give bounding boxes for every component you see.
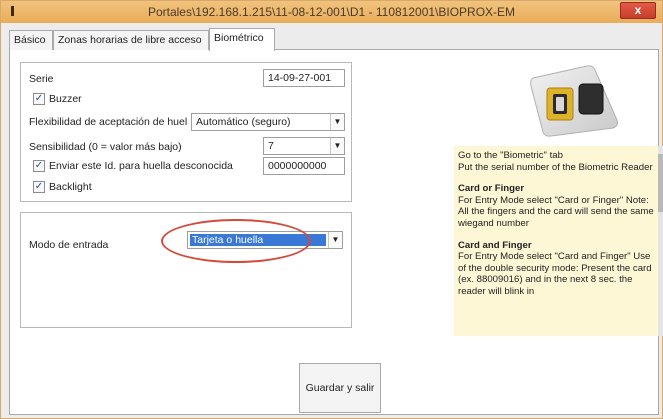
help-heading-card-or-finger: Card or Finger [458,183,525,195]
tab-biometrico[interactable]: Biométrico [209,28,275,51]
chevron-down-icon[interactable]: ▼ [330,114,344,130]
biometric-reader-image [530,65,618,137]
sensitivity-label: Sensibilidad (0 = valor más bajo) [29,141,182,153]
unknown-id-label: Enviar este Id. para huella desconocida [49,160,233,172]
backlight-checkbox[interactable]: ✓ [33,181,45,193]
help-intro-2: Put the serial number of the Biometric R… [458,161,653,173]
sensitivity-value: 7 [268,140,274,152]
save-and-exit-button[interactable]: Guardar y salir [299,363,381,413]
serie-label: Serie [29,73,54,85]
window-title: Portales\192.168.1.215\11-08-12-001\D1 -… [147,5,516,19]
dialog-window: Portales\192.168.1.215\11-08-12-001\D1 -… [0,0,663,419]
sensitivity-select[interactable]: 7 ▼ [263,137,345,155]
settings-group: Serie 14-09-27-001 ✓ Buzzer Flexibilidad… [20,62,352,202]
help-text-card-or-finger: For Entry Mode select "Card or Finger" N… [458,194,654,229]
help-text-card-and-finger: For Entry Mode select "Card and Finger" … [458,251,652,297]
serie-input[interactable]: 14-09-27-001 [263,69,345,87]
help-intro-1: Go to the "Biometric" tab [458,150,563,161]
tab-zonas-horarias[interactable]: Zonas horarias de libre acceso [53,30,209,50]
entry-mode-label: Modo de entrada [29,239,109,251]
backlight-label: Backlight [49,181,92,193]
flexibility-select[interactable]: Automático (seguro) ▼ [191,113,345,131]
flexibility-value: Automático (seguro) [196,116,291,128]
help-scrollbar[interactable] [658,146,663,336]
buzzer-label: Buzzer [49,93,82,105]
scrollbar-thumb[interactable] [658,154,663,212]
chevron-down-icon[interactable]: ▼ [330,138,344,154]
unknown-id-input[interactable]: 0000000000 [263,157,345,175]
help-heading-card-and-finger: Card and Finger [458,239,532,251]
buzzer-checkbox[interactable]: ✓ [33,93,45,105]
help-panel: Go to the "Biometric" tab Put the serial… [454,146,658,336]
highlight-oval [161,219,311,263]
chevron-down-icon[interactable]: ▼ [328,232,342,248]
title-bar[interactable]: Portales\192.168.1.215\11-08-12-001\D1 -… [1,1,662,23]
tab-basico[interactable]: Básico [9,30,53,50]
unknown-id-checkbox[interactable]: ✓ [33,160,45,172]
close-button[interactable]: x [620,2,656,19]
flexibility-label: Flexibilidad de aceptación de huel [29,116,188,128]
